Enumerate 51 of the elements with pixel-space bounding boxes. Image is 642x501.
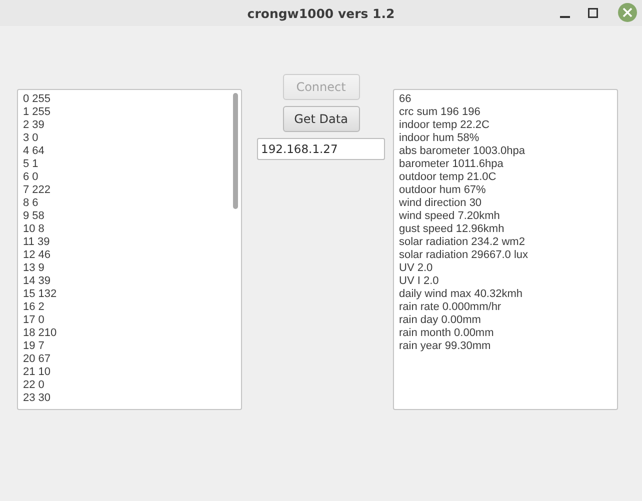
list-item: 4 64 <box>23 145 44 157</box>
list-item: 0 255 <box>23 93 51 105</box>
list-item: 8 6 <box>23 197 38 209</box>
address-field[interactable]: 192.168.1.27 <box>257 138 385 160</box>
reading-line: wind direction 30 <box>399 197 482 209</box>
list-item: 1 255 <box>23 106 51 118</box>
list-item: 6 0 <box>23 171 38 183</box>
list-item: 16 2 <box>23 301 44 313</box>
reading-line: indoor hum 58% <box>399 132 480 144</box>
reading-line: barometer 1011.6hpa <box>399 158 504 170</box>
list-item: 23 30 <box>23 392 51 404</box>
reading-line: rain year 99.30mm <box>399 340 491 352</box>
reading-line: daily wind max 40.32kmh <box>399 288 523 300</box>
window-title: crongw1000 vers 1.2 <box>247 6 395 20</box>
list-item: 18 210 <box>23 327 57 339</box>
reading-line: wind speed 7.20kmh <box>399 210 500 222</box>
data-list[interactable]: 0 255 1 255 2 39 3 0 4 64 5 1 6 0 7 222 8 6 9 58 10 8 11 39 12 46 13 9 14 39 15 132 16 2 17 0 18 210 19 7 20 67 21 10 22 0 23 30 <box>17 89 242 410</box>
maximize-icon[interactable] <box>588 8 598 18</box>
list-item: 13 9 <box>23 262 44 274</box>
list-item: 17 0 <box>23 314 44 326</box>
list-item: 12 46 <box>23 249 51 261</box>
scrollbar-drawing[interactable] <box>233 93 238 209</box>
list-item: 7 222 <box>23 184 51 196</box>
reading-line: gust speed 12.96kmh <box>399 223 504 235</box>
list-item: 10 8 <box>23 223 44 235</box>
reading-line: outdoor hum 67% <box>399 184 486 196</box>
reading-line: outdoor temp 21.0C <box>399 171 496 183</box>
reading-line: rain rate 0.000mm/hr <box>399 301 502 313</box>
reading-line: rain month 0.00mm <box>399 327 494 339</box>
list-item: 11 39 <box>23 236 50 248</box>
list-item: 14 39 <box>23 275 51 287</box>
reading-line: crc sum 196 196 <box>399 106 480 118</box>
reading-line: 66 <box>399 93 412 105</box>
list-item: 2 39 <box>23 119 44 131</box>
list-item: 19 7 <box>23 340 44 352</box>
list-item: 5 1 <box>23 158 38 170</box>
reading-line: abs barometer 1003.0hpa <box>399 145 525 157</box>
list-item: 20 67 <box>23 353 51 365</box>
reading-line: solar radiation 29667.0 lux <box>399 249 528 261</box>
reading-line: rain day 0.00mm <box>399 314 481 326</box>
reading-line: solar radiation 234.2 wm2 <box>399 236 525 248</box>
list-item: 15 132 <box>23 288 57 300</box>
reading-line: UV 2.0 <box>399 262 433 274</box>
reading-line: indoor temp 22.2C <box>399 119 490 131</box>
close-icon[interactable] <box>618 3 637 22</box>
list-item: 3 0 <box>23 132 38 144</box>
list-item: 9 58 <box>23 210 44 222</box>
list-item: 21 10 <box>23 366 51 378</box>
list-item: 22 0 <box>23 379 44 391</box>
reading-line: UV I 2.0 <box>399 275 439 287</box>
action-button[interactable]: Get Data <box>282 106 360 132</box>
